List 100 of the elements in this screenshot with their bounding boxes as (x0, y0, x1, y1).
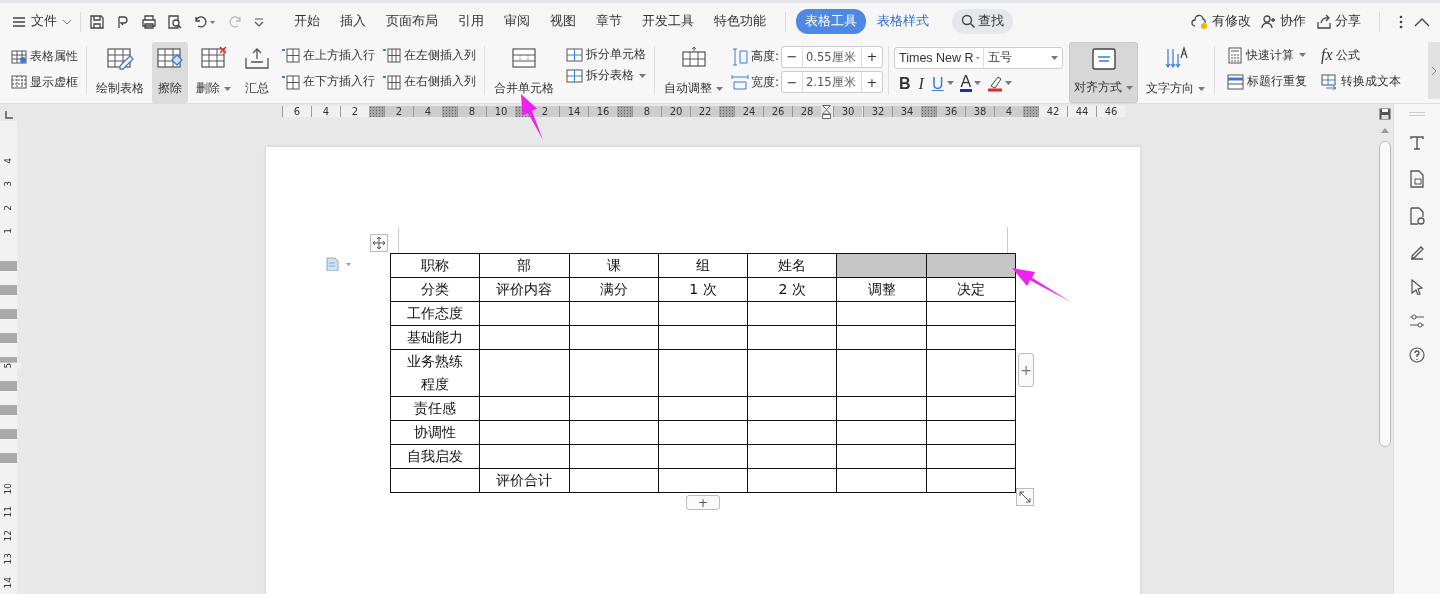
cursor-icon[interactable] (1409, 279, 1425, 295)
column-marker[interactable] (442, 106, 457, 117)
table-cell[interactable] (569, 420, 659, 445)
split-table-button[interactable]: 拆分表格 (562, 65, 649, 86)
save-icon[interactable] (1379, 108, 1391, 120)
table-cell[interactable] (658, 396, 748, 421)
insert-button[interactable]: 在下方插入行 (279, 71, 378, 93)
table-cell[interactable]: 基础能力 (390, 325, 480, 350)
table-cell[interactable]: 责任感 (390, 396, 480, 421)
menu-tab[interactable]: 表格样式 (868, 9, 938, 34)
table-cell[interactable] (926, 420, 1016, 445)
table-cell[interactable] (836, 301, 927, 326)
help-icon[interactable] (1409, 347, 1425, 363)
table-cell[interactable]: 姓名 (747, 253, 837, 278)
scrollbar-thumb[interactable] (1379, 141, 1391, 447)
more-icon[interactable] (1398, 13, 1404, 30)
table-cell[interactable]: 评价内容 (479, 277, 570, 302)
table-cell[interactable]: 决定 (926, 277, 1016, 302)
table-cell[interactable]: 职称 (390, 253, 480, 278)
table-cell[interactable] (569, 325, 659, 350)
move-handle-icon[interactable] (370, 234, 388, 252)
tab-stop-icon[interactable] (4, 110, 13, 119)
table-cell[interactable] (836, 349, 927, 397)
convert-to-text-button[interactable]: 转换成文本 (1318, 71, 1405, 93)
print-preview-icon[interactable] (167, 13, 183, 30)
summary-button[interactable]: 汇总 (239, 42, 275, 103)
table-cell[interactable] (658, 420, 748, 445)
table-cell[interactable]: 调整 (836, 277, 927, 302)
table-cell[interactable] (926, 396, 1016, 421)
add-row-button[interactable]: + (686, 495, 720, 510)
table-cell[interactable] (747, 325, 837, 350)
table-cell[interactable] (569, 396, 659, 421)
menu-tab[interactable]: 视图 (541, 9, 585, 34)
table-cell[interactable] (479, 420, 570, 445)
table-cell[interactable] (926, 468, 1016, 493)
merge-cells-button[interactable]: 合并单元格 (490, 42, 558, 103)
column-marker[interactable] (617, 106, 632, 117)
document-icon[interactable] (1409, 170, 1425, 188)
delete-button[interactable]: 删除 (192, 42, 235, 103)
menu-tab[interactable]: 章节 (587, 9, 631, 34)
menu-tab[interactable]: 开始 (285, 9, 329, 34)
menu-tab[interactable]: 引用 (449, 9, 493, 34)
dropdown-icon[interactable] (253, 15, 265, 28)
draw-table-button[interactable]: 绘制表格 (92, 42, 148, 103)
table-cell[interactable] (479, 325, 570, 350)
alignment-button[interactable]: 对齐方式 (1069, 42, 1139, 103)
table-cell[interactable]: 评价合计 (479, 468, 570, 493)
menu-tab[interactable]: 审阅 (495, 9, 539, 34)
table-cell[interactable] (569, 444, 659, 469)
collapse-icon[interactable] (1414, 16, 1430, 27)
table-cell[interactable] (747, 468, 837, 493)
undo-icon[interactable] (193, 13, 217, 30)
pen-icon[interactable] (1409, 244, 1425, 260)
show-gridlines-button[interactable]: 显示虚框 (8, 71, 81, 93)
table-cell[interactable]: 2 次 (747, 277, 837, 302)
file-menu[interactable]: 文件 (12, 13, 72, 30)
menu-tab[interactable]: 开发工具 (633, 9, 703, 34)
column-marker[interactable] (921, 106, 936, 117)
text-direction-button[interactable]: 文字方向 (1142, 42, 1210, 103)
table-cell[interactable] (479, 444, 570, 469)
table-cell[interactable]: 满分 (569, 277, 659, 302)
eraser-button[interactable]: 擦除 (152, 42, 188, 103)
sliders-icon[interactable] (1409, 314, 1425, 328)
insert-button[interactable]: 在上方插入行 (279, 44, 378, 66)
table-cell[interactable] (836, 444, 927, 469)
table-cell[interactable]: 课 (569, 253, 659, 278)
table-cell[interactable] (747, 444, 837, 469)
table-cell[interactable] (747, 396, 837, 421)
table-cell[interactable] (926, 349, 1016, 397)
insert-button[interactable]: 在左侧插入列 (380, 44, 479, 66)
table-cell[interactable] (747, 420, 837, 445)
table-cell[interactable] (569, 468, 659, 493)
table-cell[interactable] (569, 349, 659, 397)
table-cell[interactable] (569, 301, 659, 326)
table-cell[interactable] (926, 444, 1016, 469)
autofit-button[interactable]: 自动调整 (660, 42, 727, 103)
menu-tab[interactable]: 表格工具 (796, 9, 866, 34)
menu-tab[interactable]: 特色功能 (705, 9, 775, 34)
table-cell[interactable] (747, 349, 837, 397)
table-cell[interactable]: 协调性 (390, 420, 480, 445)
split-cells-button[interactable]: 拆分单元格 (562, 44, 649, 65)
indent-marker-icon[interactable] (822, 104, 831, 119)
menu-tab[interactable]: 插入 (331, 9, 375, 34)
table-cell[interactable]: 部 (479, 253, 570, 278)
column-marker[interactable] (719, 106, 734, 117)
table-cell[interactable] (479, 396, 570, 421)
italic-button[interactable]: I (917, 74, 925, 93)
search-button[interactable]: 查找 (952, 9, 1013, 34)
table-cell[interactable] (658, 301, 748, 326)
size-spinner[interactable]: − 2.15厘米 + (781, 71, 884, 94)
table-cell[interactable]: 分类 (390, 277, 480, 302)
menu-tab[interactable]: 页面布局 (377, 9, 447, 34)
table-cell[interactable]: 工作态度 (390, 301, 480, 326)
table-cell[interactable] (836, 325, 927, 350)
table-cell[interactable]: 业务熟练程度 (390, 349, 480, 397)
highlight-button[interactable] (987, 74, 1013, 93)
table-cell[interactable] (658, 325, 748, 350)
text-icon[interactable] (1409, 135, 1425, 151)
collaborate-button[interactable]: 协作 (1261, 13, 1306, 30)
modified-button[interactable]: 有修改 (1191, 13, 1251, 30)
